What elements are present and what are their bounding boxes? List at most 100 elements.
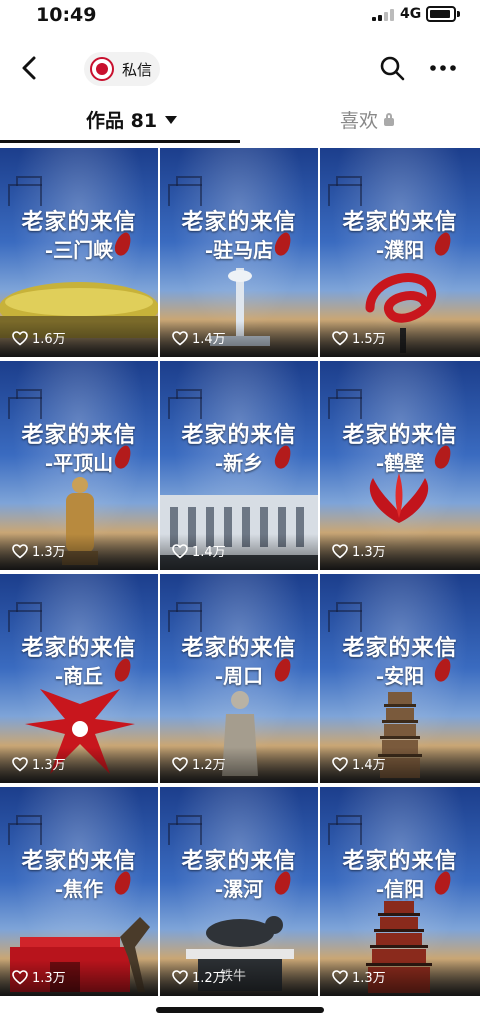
status-bar: 10:49 4G — [0, 0, 480, 30]
more-icon[interactable] — [428, 54, 458, 82]
video-thumbnail[interactable]: 老家的来信 -焦作 1.3万 — [0, 787, 158, 996]
like-count-value: 1.2万 — [192, 971, 226, 986]
house-outline-icon — [328, 815, 362, 845]
video-grid: 老家的来信 -三门峡 1.6万 老家的来信 -驻马店 1.4万 老家的来信 -濮阳 1.5万 老家… — [0, 144, 480, 1010]
lock-icon — [384, 113, 395, 126]
top-nav: 私信 — [0, 40, 480, 96]
back-icon[interactable] — [14, 52, 46, 84]
like-count: 1.4万 — [172, 541, 226, 560]
house-outline-icon — [8, 602, 42, 632]
message-label: 私信 — [122, 61, 153, 79]
house-outline-icon — [8, 389, 42, 419]
house-outline-icon — [328, 602, 362, 632]
tab-likes[interactable]: 喜欢 — [340, 106, 395, 133]
like-count-value: 1.4万 — [192, 545, 226, 560]
video-title: 老家的来信 — [342, 209, 458, 235]
video-place: -焦作 — [54, 877, 104, 901]
like-count: 1.4万 — [172, 328, 226, 347]
network-label: 4G — [400, 6, 422, 22]
like-count: 1.3万 — [12, 754, 66, 773]
video-title: 老家的来信 — [342, 848, 458, 874]
heart-icon — [332, 970, 348, 985]
like-count-value: 1.3万 — [32, 971, 66, 986]
video-place: -信阳 — [375, 877, 425, 901]
house-outline-icon — [8, 815, 42, 845]
like-count: 1.3万 — [12, 967, 66, 986]
video-title: 老家的来信 — [181, 635, 297, 661]
video-thumbnail[interactable]: 老家的来信 -新乡 1.4万 — [160, 361, 318, 570]
video-thumbnail[interactable]: 老家的来信 -濮阳 1.5万 — [320, 148, 480, 357]
house-outline-icon — [8, 176, 42, 206]
heart-icon — [332, 544, 348, 559]
house-outline-icon — [168, 602, 202, 632]
like-count-value: 1.6万 — [32, 332, 66, 347]
video-thumbnail[interactable]: 老家的来信 -三门峡 1.6万 — [0, 148, 158, 357]
heart-icon — [172, 757, 188, 772]
like-count-value: 1.3万 — [32, 758, 66, 773]
video-thumbnail[interactable]: 老家的来信 -安阳 1.4万 — [320, 574, 480, 783]
like-count: 1.3万 — [12, 541, 66, 560]
like-count-value: 1.4万 — [192, 332, 226, 347]
video-title: 老家的来信 — [21, 422, 137, 448]
search-icon[interactable] — [378, 54, 406, 82]
video-thumbnail[interactable]: 老家的来信 -周口 1.2万 — [160, 574, 318, 783]
like-count: 1.2万 — [172, 967, 226, 986]
video-place: -周口 — [214, 664, 264, 688]
video-thumbnail[interactable]: 老家的来信 -驻马店 1.4万 — [160, 148, 318, 357]
video-place: -新乡 — [214, 451, 264, 475]
video-place: -濮阳 — [375, 238, 425, 262]
video-title: 老家的来信 — [21, 848, 137, 874]
signal-icon — [372, 9, 396, 21]
house-outline-icon — [328, 389, 362, 419]
house-outline-icon — [168, 389, 202, 419]
tab-likes-label: 喜欢 — [340, 110, 379, 132]
house-outline-icon — [328, 176, 362, 206]
video-title: 老家的来信 — [342, 635, 458, 661]
active-tab-underline — [0, 140, 240, 143]
like-count-value: 1.3万 — [32, 545, 66, 560]
video-title: 老家的来信 — [181, 209, 297, 235]
video-thumbnail[interactable]: 老家的来信 -信阳 1.3万 — [320, 787, 480, 996]
video-thumbnail[interactable]: 老家的来信 -平顶山 1.3万 — [0, 361, 158, 570]
like-count-value: 1.2万 — [192, 758, 226, 773]
video-place: -平顶山 — [44, 451, 114, 475]
video-title: 老家的来信 — [21, 635, 137, 661]
heart-icon — [172, 331, 188, 346]
house-outline-icon — [168, 815, 202, 845]
like-count: 1.3万 — [332, 541, 386, 560]
heart-icon — [332, 757, 348, 772]
like-count: 1.6万 — [12, 328, 66, 347]
video-place: -安阳 — [375, 664, 425, 688]
tab-works-label: 作品 81 — [86, 110, 158, 132]
status-time: 10:49 — [36, 4, 97, 26]
video-title: 老家的来信 — [181, 848, 297, 874]
video-place: -三门峡 — [44, 238, 114, 262]
video-thumbnail[interactable]: 老家的来信 -漯河 铁牛 1.2万 — [160, 787, 318, 996]
like-count-value: 1.3万 — [352, 545, 386, 560]
video-place: -漯河 — [214, 877, 264, 901]
house-outline-icon — [168, 176, 202, 206]
heart-icon — [12, 757, 28, 772]
heart-icon — [12, 970, 28, 985]
heart-icon — [12, 331, 28, 346]
like-count-value: 1.3万 — [352, 971, 386, 986]
like-count-value: 1.5万 — [352, 332, 386, 347]
home-indicator — [156, 1007, 324, 1013]
like-count: 1.5万 — [332, 328, 386, 347]
video-title: 老家的来信 — [21, 209, 137, 235]
video-title: 老家的来信 — [181, 422, 297, 448]
video-place: -商丘 — [54, 664, 104, 688]
tab-works[interactable]: 作品 81 — [86, 106, 178, 133]
like-count: 1.2万 — [172, 754, 226, 773]
video-place: -驻马店 — [204, 238, 274, 262]
video-title: 老家的来信 — [342, 422, 458, 448]
video-place: -鹤壁 — [375, 451, 425, 475]
video-thumbnail[interactable]: 老家的来信 -商丘 1.3万 — [0, 574, 158, 783]
heart-icon — [12, 544, 28, 559]
avatar-logo — [90, 57, 114, 81]
dropdown-arrow-icon — [165, 116, 178, 124]
heart-icon — [332, 331, 348, 346]
video-thumbnail[interactable]: 老家的来信 -鹤壁 1.3万 — [320, 361, 480, 570]
heart-icon — [172, 544, 188, 559]
message-button[interactable]: 私信 — [84, 52, 160, 86]
